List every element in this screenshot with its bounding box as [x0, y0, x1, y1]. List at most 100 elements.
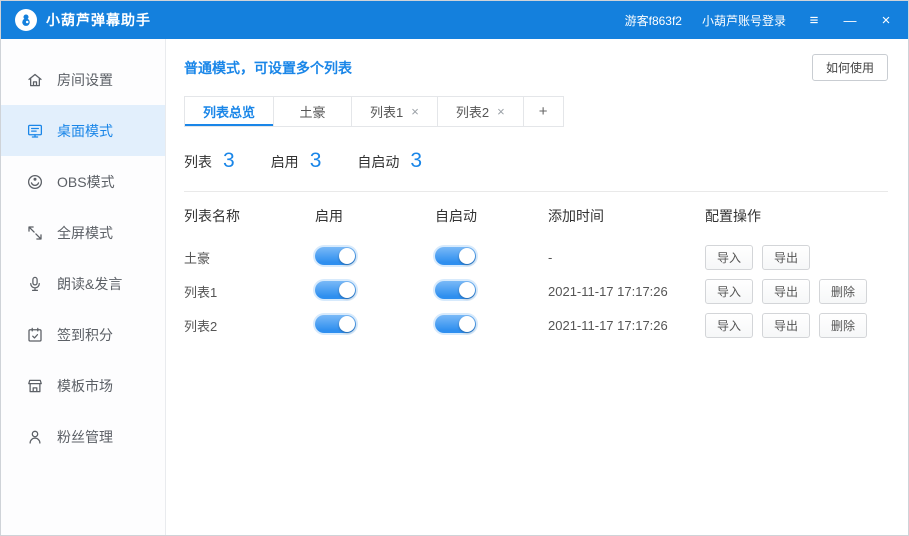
fans-icon [26, 428, 44, 446]
added-time: - [548, 250, 705, 265]
sidebar-item-label: 签到积分 [57, 325, 113, 345]
stat-autostart: 自启动 3 [357, 149, 422, 173]
mode-title: 普通模式，可设置多个列表 [184, 58, 352, 78]
table-row: 土豪 -导入导出 [184, 240, 888, 274]
titlebar-actions: 游客f863f2 小葫芦账号登录 ≡ — × [625, 12, 894, 29]
stat-label: 自启动 [357, 152, 399, 172]
row-actions: 导入导出删除 [705, 313, 888, 338]
help-button[interactable]: 如何使用 [812, 54, 888, 81]
main-panel: 普通模式，可设置多个列表 如何使用 列表总览土豪列表1×列表2×+ 列表3启用3… [166, 39, 908, 535]
added-time: 2021-11-17 17:17:26 [548, 318, 705, 333]
sidebar-item-fullscreen-mode[interactable]: 全屏模式 [1, 207, 165, 258]
sidebar: 房间设置桌面模式 OBS模式全屏模式朗读&发言签到积分模板市场粉丝管理 [1, 39, 166, 535]
sidebar-item-obs-mode[interactable]: OBS模式 [1, 156, 165, 207]
enabled-cell [315, 281, 435, 302]
enabled-cell [315, 315, 435, 336]
table-header-cell: 配置操作 [705, 206, 888, 226]
app-body: 房间设置桌面模式 OBS模式全屏模式朗读&发言签到积分模板市场粉丝管理 普通模式，… [1, 39, 908, 535]
app-title: 小葫芦弹幕助手 [46, 10, 151, 30]
main-header: 普通模式，可设置多个列表 如何使用 [184, 54, 888, 81]
menu-icon[interactable]: ≡ [806, 13, 822, 28]
sidebar-item-template-market[interactable]: 模板市场 [1, 360, 165, 411]
fullscreen-icon [26, 224, 44, 242]
tab-list2[interactable]: 列表2 × [438, 96, 524, 127]
account-login-link[interactable]: 小葫芦账号登录 [702, 12, 786, 29]
import-button[interactable]: 导入 [705, 313, 753, 338]
enable-toggle[interactable] [315, 247, 356, 265]
stat-value: 3 [223, 149, 235, 173]
obs-icon [26, 173, 44, 191]
export-button[interactable]: 导出 [762, 313, 810, 338]
autostart-cell [435, 247, 548, 268]
toggle-knob [339, 282, 355, 298]
mic-icon [26, 275, 44, 293]
sidebar-item-label: 全屏模式 [57, 223, 113, 243]
stat-lists: 列表 3 [184, 149, 235, 173]
tab-label: 土豪 [300, 102, 326, 121]
toggle-knob [459, 248, 475, 264]
tab-close-icon[interactable]: × [411, 104, 419, 119]
list-name: 列表2 [184, 316, 315, 335]
market-icon [26, 377, 44, 395]
minimize-icon[interactable]: — [842, 14, 858, 27]
import-button[interactable]: 导入 [705, 279, 753, 304]
export-button[interactable]: 导出 [762, 279, 810, 304]
tab-tuhao[interactable]: 土豪 [274, 96, 352, 127]
sidebar-item-label: 桌面模式 [57, 121, 113, 141]
row-actions: 导入导出删除 [705, 279, 888, 304]
row-actions: 导入导出 [705, 245, 888, 270]
stat-value: 3 [410, 149, 422, 173]
autostart-toggle[interactable] [435, 247, 476, 265]
table-header-row: 列表名称启用自启动添加时间配置操作 [184, 192, 888, 240]
autostart-toggle[interactable] [435, 281, 476, 299]
titlebar: 小葫芦弹幕助手 游客f863f2 小葫芦账号登录 ≡ — × [1, 1, 908, 39]
tab-label: 列表2 [456, 102, 489, 121]
list-name: 土豪 [184, 248, 315, 267]
stat-enabled: 启用3 [271, 149, 322, 173]
sidebar-item-speech[interactable]: 朗读&发言 [1, 258, 165, 309]
home-icon [26, 71, 44, 89]
added-time: 2021-11-17 17:17:26 [548, 284, 705, 299]
sidebar-item-room-settings[interactable]: 房间设置 [1, 54, 165, 105]
autostart-toggle[interactable] [435, 315, 476, 333]
sidebar-item-label: 房间设置 [57, 70, 113, 90]
table-header-cell: 启用 [315, 206, 435, 226]
enabled-cell [315, 247, 435, 268]
table-row: 列表2 2021-11-17 17:17:26导入导出删除 [184, 308, 888, 342]
add-tab-button[interactable]: + [524, 96, 564, 127]
app-logo-icon [15, 9, 37, 31]
delete-button[interactable]: 删除 [819, 313, 867, 338]
list-table: 列表名称启用自启动添加时间配置操作土豪-导入导出列表12021-11-17 17… [184, 192, 888, 342]
stat-label: 启用 [271, 152, 299, 172]
app-window: 小葫芦弹幕助手 游客f863f2 小葫芦账号登录 ≡ — × 房间设置桌面模式 O… [0, 0, 909, 536]
sidebar-item-checkin-points[interactable]: 签到积分 [1, 309, 165, 360]
sidebar-item-fans-management[interactable]: 粉丝管理 [1, 411, 165, 462]
toggle-knob [459, 282, 475, 298]
autostart-cell [435, 281, 548, 302]
import-button[interactable]: 导入 [705, 245, 753, 270]
tab-bar: 列表总览 土豪 列表1 × 列表2 × + [184, 96, 888, 127]
tab-list1[interactable]: 列表1 × [352, 96, 438, 127]
toggle-knob [339, 316, 355, 332]
close-icon[interactable]: × [878, 13, 894, 28]
table-header-cell: 添加时间 [548, 206, 705, 226]
enable-toggle[interactable] [315, 281, 356, 299]
tab-overview[interactable]: 列表总览 [184, 96, 274, 127]
sidebar-item-label: OBS模式 [57, 172, 115, 192]
sidebar-item-label: 粉丝管理 [57, 427, 113, 447]
table-row: 列表12021-11-17 17:17:26导入导出删除 [184, 274, 888, 308]
export-button[interactable]: 导出 [762, 245, 810, 270]
enable-toggle[interactable] [315, 315, 356, 333]
stats-row: 列表 3 启用3 自启动 3 [184, 142, 888, 180]
toggle-knob [459, 316, 475, 332]
tab-close-icon[interactable]: × [497, 104, 505, 119]
tab-label: 列表1 [370, 102, 403, 121]
sidebar-item-label: 模板市场 [57, 376, 113, 396]
table-header-cell: 自启动 [435, 206, 548, 226]
sidebar-item-desktop-mode[interactable]: 桌面模式 [1, 105, 165, 156]
delete-button[interactable]: 删除 [819, 279, 867, 304]
checkin-icon [26, 326, 44, 344]
sidebar-item-label: 朗读&发言 [57, 274, 122, 294]
guest-id-label[interactable]: 游客f863f2 [625, 12, 682, 29]
stat-label: 列表 [184, 152, 212, 172]
